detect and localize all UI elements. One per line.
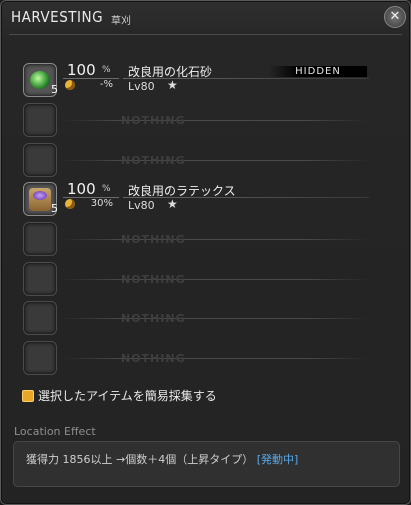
gather-row-8: NOTHING	[1, 337, 410, 375]
latex-icon	[29, 188, 51, 211]
location-effect-box: 獲得力 1856以上 →個数＋4個（上昇タイプ） [発動中]	[13, 441, 400, 487]
nothing-label: NOTHING	[121, 312, 186, 325]
nothing-label: NOTHING	[121, 154, 186, 167]
gather-row-1[interactable]: 5 100 % -% 改良用の化石砂 Lv80 ★ HIDDEN	[1, 59, 410, 97]
fossil-sand-icon	[30, 71, 50, 89]
item-count: 5	[51, 83, 58, 96]
empty-slot	[23, 103, 57, 137]
harvesting-window: HARVESTING 草刈 ✕ 5 100 % -% 改良用の化石砂 Lv80 …	[0, 0, 411, 505]
item-level: Lv80	[128, 80, 155, 93]
empty-slot	[23, 341, 57, 375]
title-bar: HARVESTING 草刈 ✕	[1, 1, 410, 35]
bonus-percent: -%	[99, 79, 113, 90]
nothing-label: NOTHING	[121, 233, 186, 246]
gather-row-5: NOTHING	[1, 218, 410, 256]
gather-percent: 100	[67, 61, 96, 79]
gather-row-6: NOTHING	[1, 258, 410, 296]
window-title: HARVESTING	[11, 8, 104, 26]
quick-gather-label[interactable]: 選択したアイテムを簡易採集する	[38, 387, 217, 404]
quick-gather-checkbox[interactable]	[22, 390, 34, 402]
title-divider	[9, 34, 402, 35]
item-count: 5	[51, 202, 58, 215]
nothing-label: NOTHING	[121, 114, 186, 127]
empty-slot	[23, 222, 57, 256]
item-divider	[123, 197, 369, 198]
bonus-percent: 30%	[90, 198, 113, 209]
star-icon: ★	[167, 78, 178, 92]
bonus-icon	[65, 199, 75, 209]
gather-row-7: NOTHING	[1, 297, 410, 335]
gather-percent: 100	[67, 180, 96, 198]
star-icon: ★	[167, 197, 178, 211]
location-effect-heading: Location Effect	[14, 425, 96, 438]
window-subtitle: 草刈	[111, 16, 131, 27]
gather-row-4[interactable]: 5 100 % 30% 改良用のラテックス Lv80 ★	[1, 178, 410, 216]
effect-status: [発動中]	[256, 453, 299, 466]
location-effect-text: 獲得力 1856以上 →個数＋4個（上昇タイプ） [発動中]	[26, 451, 298, 467]
empty-slot	[23, 301, 57, 335]
empty-slot	[23, 262, 57, 296]
gather-row-2: NOTHING	[1, 99, 410, 137]
nothing-label: NOTHING	[121, 273, 186, 286]
close-icon[interactable]: ✕	[384, 6, 406, 28]
bonus-icon	[65, 80, 75, 90]
item-divider	[123, 78, 369, 79]
percent-sign: %	[102, 65, 111, 75]
percent-sign: %	[102, 184, 111, 194]
item-level: Lv80	[128, 199, 155, 212]
effect-description: 獲得力 1856以上 →個数＋4個（上昇タイプ）	[26, 453, 254, 466]
gather-row-3: NOTHING	[1, 139, 410, 177]
nothing-label: NOTHING	[121, 352, 186, 365]
empty-slot	[23, 143, 57, 177]
hidden-badge: HIDDEN	[269, 66, 367, 77]
